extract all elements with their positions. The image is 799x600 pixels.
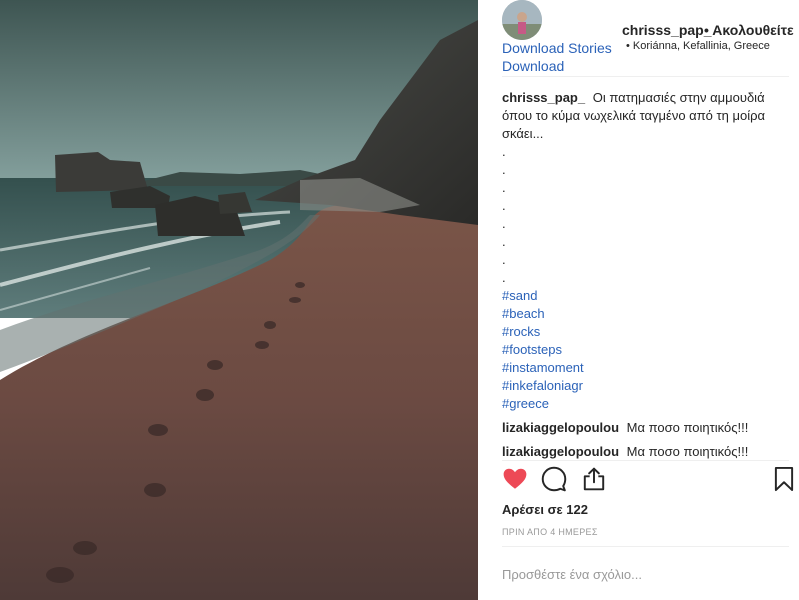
location-link[interactable]: • Koriánna, Kefallinia, Greece xyxy=(626,40,770,52)
hashtag-link[interactable]: #inkefaloniagr xyxy=(502,377,777,395)
add-comment-divider xyxy=(502,546,789,547)
caption-username[interactable]: chrisss_pap_ xyxy=(502,90,585,105)
caption-dot: . xyxy=(502,144,506,159)
bookmark-icon[interactable] xyxy=(771,466,799,494)
comment-item: lizakiaggelopoulou Μα ποσο ποιητικός!!! xyxy=(502,419,777,437)
caption: chrisss_pap_ Οι πατημασιές στην αμμουδιά… xyxy=(502,89,777,143)
following-label[interactable]: • Ακολουθείτε xyxy=(704,22,794,38)
post-author-username[interactable]: chrisss_pap_ xyxy=(622,22,712,38)
likes-count[interactable]: Αρέσει σε 122 xyxy=(502,502,588,517)
comments-list[interactable]: chrisss_pap_ Οι πατημασιές στην αμμουδιά… xyxy=(502,89,777,459)
caption-dots: . . . . . . . . xyxy=(502,143,777,287)
hashtag-list: #sand #beach #rocks #footsteps #instamom… xyxy=(502,287,777,413)
hashtag-link[interactable]: #footsteps xyxy=(502,341,777,359)
hashtag-link[interactable]: #greece xyxy=(502,395,777,413)
comment-username[interactable]: lizakiaggelopoulou xyxy=(502,420,619,435)
hashtag-link[interactable]: #instamoment xyxy=(502,359,777,377)
hashtag-link[interactable]: #sand xyxy=(502,287,777,305)
caption-dot: . xyxy=(502,198,506,213)
download-stories-link[interactable]: Download Stories xyxy=(502,40,612,56)
post-timestamp[interactable]: ΠΡΙΝ ΑΠΟ 4 ΗΜΕΡΕΣ xyxy=(502,527,598,537)
caption-dot: . xyxy=(502,270,506,285)
action-bar xyxy=(502,466,799,494)
hashtag-link[interactable]: #rocks xyxy=(502,323,777,341)
avatar[interactable] xyxy=(502,0,542,40)
speech-bubble-icon[interactable] xyxy=(541,466,569,494)
post-photo[interactable] xyxy=(0,0,478,600)
caption-dot: . xyxy=(502,180,506,195)
caption-dot: . xyxy=(502,252,506,267)
heart-filled-icon[interactable] xyxy=(502,466,530,494)
caption-dot: . xyxy=(502,162,506,177)
comment-text: Μα ποσο ποιητικός!!! xyxy=(626,420,749,435)
comment-username[interactable]: lizakiaggelopoulou xyxy=(502,444,619,459)
header-divider xyxy=(502,76,789,77)
download-link[interactable]: Download xyxy=(502,58,564,74)
post-sidebar: Download Stories Download chrisss_pap_ •… xyxy=(478,0,799,600)
post-header: Download Stories Download chrisss_pap_ •… xyxy=(478,0,799,78)
comment-text: Μα ποσο ποιητικός!!! xyxy=(626,444,749,459)
beach-photo xyxy=(0,0,478,600)
caption-dot: . xyxy=(502,216,506,231)
add-comment-input[interactable] xyxy=(502,560,772,588)
share-upload-icon[interactable] xyxy=(581,466,609,494)
actions-divider xyxy=(502,460,789,461)
hashtag-link[interactable]: #beach xyxy=(502,305,777,323)
caption-dot: . xyxy=(502,234,506,249)
comment-item: lizakiaggelopoulou Μα ποσο ποιητικός!!! xyxy=(502,443,777,459)
